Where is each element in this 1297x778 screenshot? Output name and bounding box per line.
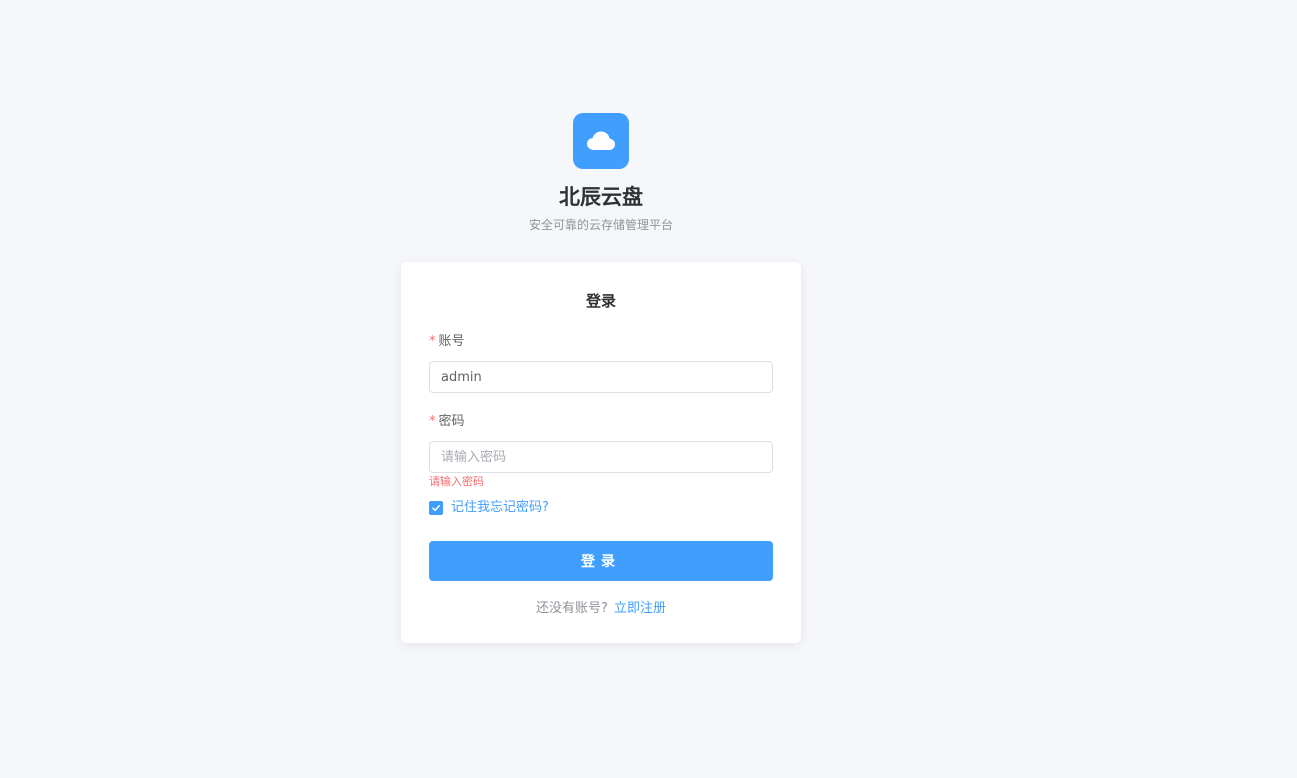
password-required-mark: *: [429, 414, 436, 429]
password-label: * 密码: [429, 413, 465, 431]
password-input[interactable]: [430, 442, 772, 472]
account-required-mark: *: [429, 334, 436, 349]
account-input[interactable]: [430, 362, 772, 392]
cloud-icon: [587, 131, 615, 150]
checkbox-checked-icon[interactable]: [429, 501, 443, 515]
remember-me-checkbox[interactable]: 记住我忘记密码?: [429, 499, 549, 517]
password-error: 请输入密码: [429, 475, 484, 488]
register-prompt: 还没有账号?: [536, 601, 608, 616]
login-page: 北辰云盘 安全可靠的云存储管理平台 登录 *账号 *密码 请输入密码 记住我忘记…: [0, 0, 1297, 778]
password-input-wrapper: [429, 441, 773, 473]
login-card: 登录 *账号 *密码 请输入密码 记住我忘记密码? 登录 还没有账号?立即注册: [401, 262, 801, 643]
app-subtitle: 安全可靠的云存储管理平台: [528, 218, 673, 232]
password-label-text: 密码: [438, 414, 465, 429]
account-label-text: 账号: [438, 334, 465, 349]
remember-me-label[interactable]: 记住我忘记密码?: [451, 499, 549, 517]
app-title: 北辰云盘: [559, 185, 643, 209]
account-label: * 账号: [429, 333, 465, 351]
login-button[interactable]: 登录: [429, 541, 773, 581]
account-input-wrapper: [429, 361, 773, 393]
login-card-title: 登录: [585, 292, 616, 310]
app-logo: [573, 113, 629, 169]
brand-header: 北辰云盘 安全可靠的云存储管理平台: [401, 113, 801, 233]
check-icon: [432, 505, 440, 512]
register-row: 还没有账号? 立即注册: [401, 600, 801, 618]
register-link[interactable]: 立即注册: [614, 601, 666, 616]
